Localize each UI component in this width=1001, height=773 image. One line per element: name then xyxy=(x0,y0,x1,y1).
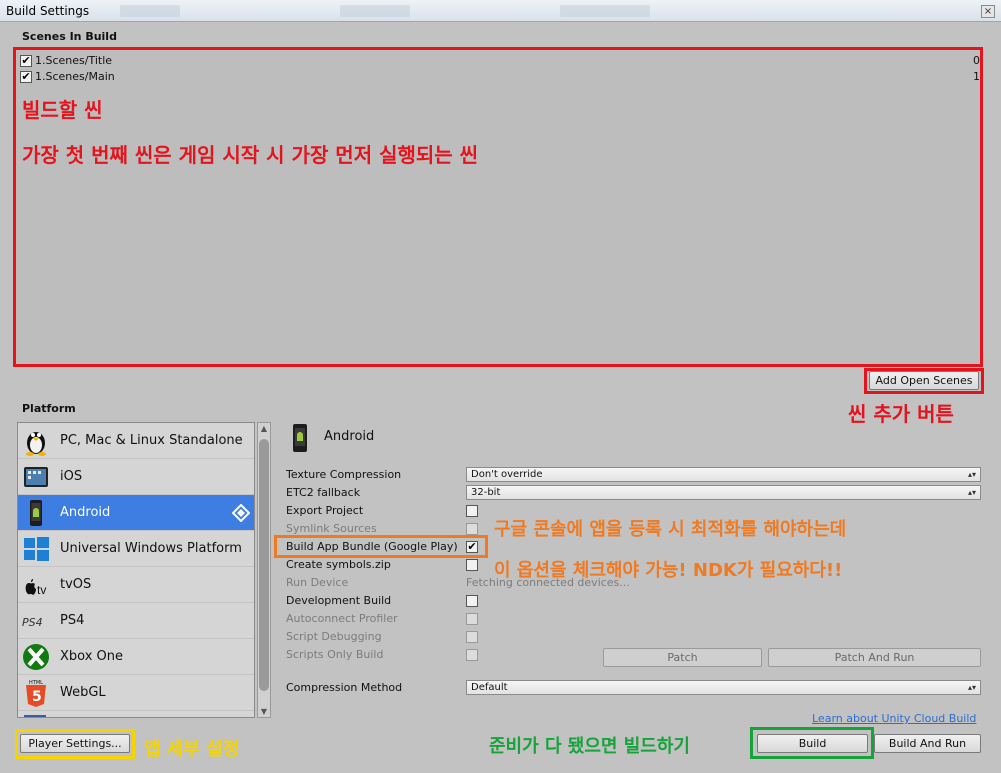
scene-row[interactable]: ✔ 1.Scenes/Main 1 xyxy=(20,70,980,84)
create-symbols-checkbox[interactable] xyxy=(466,559,478,571)
scripts-only-build-label: Scripts Only Build xyxy=(286,648,384,661)
scene-include-checkbox[interactable]: ✔ xyxy=(20,71,32,83)
platform-item-uwp[interactable]: Universal Windows Platform xyxy=(18,531,254,567)
autoconnect-profiler-label: Autoconnect Profiler xyxy=(286,612,398,625)
scene-index: 1 xyxy=(973,70,980,83)
dropdown-caret-icon: ▴▾ xyxy=(967,488,976,497)
selected-platform-name: Android xyxy=(324,429,375,444)
compression-method-dropdown[interactable]: Default ▴▾ xyxy=(466,680,981,695)
platform-label: PC, Mac & Linux Standalone xyxy=(60,433,243,448)
platform-label: tvOS xyxy=(60,577,92,592)
scenes-in-build-header: Scenes In Build xyxy=(22,30,117,43)
background-tab-ghost xyxy=(120,5,180,17)
export-project-label: Export Project xyxy=(286,504,364,517)
annotation-scenes-desc: 가장 첫 번째 씬은 게임 시작 시 가장 먼저 실행되는 씬 xyxy=(22,143,479,167)
platform-item-partial xyxy=(18,711,254,717)
player-settings-button[interactable]: Player Settings... xyxy=(20,734,130,753)
ps4-icon: PS4 xyxy=(22,616,43,629)
xbox-icon xyxy=(23,644,49,670)
html5-icon: HTML 5 xyxy=(26,680,46,707)
scroll-down-arrow[interactable]: ▼ xyxy=(259,707,269,716)
platform-label: PS4 xyxy=(60,613,85,628)
appletv-icon: tv xyxy=(25,579,46,597)
scene-name: 1.Scenes/Title xyxy=(35,54,113,67)
scene-name: 1.Scenes/Main xyxy=(35,70,115,83)
export-project-checkbox[interactable] xyxy=(466,505,478,517)
platform-item-ios[interactable]: iOS xyxy=(18,459,254,495)
windows-icon xyxy=(24,537,49,561)
background-tab-ghost xyxy=(340,5,410,17)
partial-platform-icon xyxy=(24,715,46,717)
texture-compression-value: Don't override xyxy=(471,469,543,480)
platform-item-tvos[interactable]: tv tvOS xyxy=(18,567,254,603)
platform-item-standalone[interactable]: PC, Mac & Linux Standalone xyxy=(18,423,254,459)
platform-item-webgl[interactable]: HTML 5 WebGL xyxy=(18,675,254,711)
platform-label: iOS xyxy=(60,469,83,484)
cloud-build-link[interactable]: Learn about Unity Cloud Build xyxy=(812,712,976,725)
annotation-add-scene: 씬 추가 버튼 xyxy=(848,402,954,426)
platform-label: Xbox One xyxy=(60,649,124,664)
dropdown-caret-icon: ▴▾ xyxy=(967,683,976,692)
compression-method-label: Compression Method xyxy=(286,681,403,694)
create-symbols-label: Create symbols.zip xyxy=(286,558,391,571)
etc2-fallback-dropdown[interactable]: 32-bit ▴▾ xyxy=(466,485,981,500)
annotation-bundle-line1: 구글 콘솔에 앱을 등록 시 최적화를 해야하는데 xyxy=(494,519,847,540)
symlink-sources-checkbox xyxy=(466,523,478,535)
html5-number: 5 xyxy=(32,689,42,705)
build-app-bundle-label: Build App Bundle (Google Play) xyxy=(286,540,458,553)
background-tab-ghost xyxy=(560,5,650,17)
scrollbar-thumb[interactable] xyxy=(259,439,269,691)
scene-index: 0 xyxy=(973,54,980,67)
ipad-icon xyxy=(24,467,48,487)
annotation-build-ready: 준비가 다 됐으면 빌드하기 xyxy=(489,736,690,757)
scenes-list-panel: ✔ 1.Scenes/Title 0 ✔ 1.Scenes/Main 1 xyxy=(13,47,983,367)
scroll-up-arrow[interactable]: ▲ xyxy=(259,424,269,433)
annotation-scenes-title: 빌드할 씬 xyxy=(22,98,103,122)
etc2-fallback-value: 32-bit xyxy=(471,487,501,498)
build-button[interactable]: Build xyxy=(757,734,868,753)
patch-and-run-button[interactable]: Patch And Run xyxy=(768,648,981,667)
window-title: Build Settings xyxy=(6,4,90,18)
build-and-run-button[interactable]: Build And Run xyxy=(874,734,981,753)
android-phone-icon xyxy=(30,500,42,526)
tux-icon xyxy=(26,432,46,456)
etc2-fallback-label: ETC2 fallback xyxy=(286,486,361,499)
android-header-icon xyxy=(293,424,307,452)
scripts-only-build-checkbox xyxy=(466,649,478,661)
close-button[interactable]: × xyxy=(981,5,995,18)
platform-label: Android xyxy=(60,505,111,520)
platform-item-xbox[interactable]: Xbox One xyxy=(18,639,254,675)
platform-item-ps4[interactable]: PS4 PS4 xyxy=(18,603,254,639)
dropdown-caret-icon: ▴▾ xyxy=(967,470,976,479)
platform-list: PC, Mac & Linux Standalone iOS Android U… xyxy=(17,422,255,718)
texture-compression-dropdown[interactable]: Don't override ▴▾ xyxy=(466,467,981,482)
texture-compression-label: Texture Compression xyxy=(286,468,402,481)
annotation-player-settings: 앱 세부 설정 xyxy=(144,739,240,760)
patch-button[interactable]: Patch xyxy=(603,648,762,667)
compression-method-value: Default xyxy=(471,682,508,693)
scene-row[interactable]: ✔ 1.Scenes/Title 0 xyxy=(20,54,980,68)
scene-include-checkbox[interactable]: ✔ xyxy=(20,55,32,67)
run-device-label: Run Device xyxy=(286,576,349,589)
title-bar: Build Settings × xyxy=(0,0,1001,22)
symlink-sources-label: Symlink Sources xyxy=(286,522,377,535)
development-build-checkbox[interactable] xyxy=(466,595,478,607)
script-debugging-label: Script Debugging xyxy=(286,630,382,643)
platform-list-scrollbar[interactable]: ▲ ▼ xyxy=(257,422,271,718)
script-debugging-checkbox xyxy=(466,631,478,643)
build-app-bundle-checkbox[interactable]: ✔ xyxy=(466,541,478,553)
development-build-label: Development Build xyxy=(286,594,392,607)
unity-active-platform-icon xyxy=(232,504,250,522)
annotation-bundle-line2: 이 옵션을 체크해야 가능! NDK가 필요하다!! xyxy=(494,560,843,581)
platform-label: Universal Windows Platform xyxy=(60,541,242,556)
tv-logo-text: tv xyxy=(37,583,46,597)
platform-label: WebGL xyxy=(60,685,106,700)
platform-item-android[interactable]: Android xyxy=(18,495,254,531)
autoconnect-profiler-checkbox xyxy=(466,613,478,625)
platform-header: Platform xyxy=(22,402,76,415)
ps4-logo-text: PS4 xyxy=(22,616,43,629)
add-open-scenes-button[interactable]: Add Open Scenes xyxy=(869,371,979,390)
